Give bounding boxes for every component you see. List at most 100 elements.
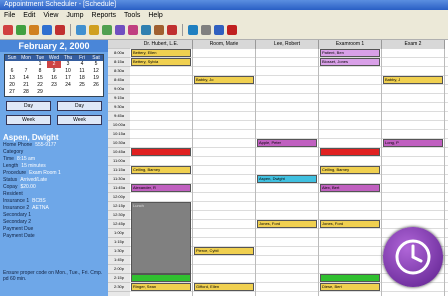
appointment[interactable]: Bettery, Sylvia — [131, 58, 191, 66]
patient-field: Secondary 1 — [3, 212, 108, 219]
time-slot: 9:30a — [108, 103, 130, 112]
calendar-day[interactable]: 9 — [47, 68, 61, 75]
report-icon[interactable] — [55, 25, 65, 35]
next-week-button[interactable]: Week — [57, 115, 102, 125]
appointment[interactable]: Pierce, Cybil — [194, 247, 254, 255]
blocked-time[interactable]: Lunch — [131, 202, 191, 274]
copy-icon[interactable] — [141, 25, 151, 35]
appointment[interactable] — [131, 274, 191, 282]
appointment[interactable]: Alexander, R — [131, 184, 191, 192]
calendar-day[interactable]: 4 — [75, 61, 89, 68]
appointment[interactable]: Bettery, Ellen — [131, 49, 191, 57]
calendar-day[interactable]: 2 — [47, 61, 61, 68]
time-slot: 9:00a — [108, 85, 130, 94]
appointment[interactable]: Babby, Jo — [194, 76, 254, 84]
appointment[interactable]: Diese, Bert — [320, 283, 380, 291]
appointment[interactable]: Blosset, Jones — [320, 58, 380, 66]
time-slot: 9:15a — [108, 94, 130, 103]
appointment[interactable]: Long, P — [383, 139, 443, 147]
delete-icon[interactable] — [167, 25, 177, 35]
column-header[interactable]: Room, Marie — [193, 40, 256, 49]
menu-item-file[interactable]: File — [4, 10, 15, 21]
info-icon[interactable] — [214, 25, 224, 35]
calendar-day[interactable]: 21 — [19, 82, 33, 89]
appointment[interactable]: Jones, Ford — [257, 220, 317, 228]
menu-item-tools[interactable]: Tools — [124, 10, 140, 21]
prev-week-button[interactable]: Week — [6, 115, 51, 125]
calendar-day[interactable]: 14 — [19, 75, 33, 82]
calendar-day[interactable]: 25 — [75, 82, 89, 89]
calendar-day[interactable]: 20 — [5, 82, 19, 89]
user-add-icon[interactable] — [42, 25, 52, 35]
next-day-button[interactable]: Day — [57, 101, 102, 111]
appointment[interactable] — [320, 274, 380, 282]
appointment[interactable]: Ceiling, Barney — [320, 166, 380, 174]
settings-icon[interactable] — [188, 25, 198, 35]
calendar-day[interactable]: 24 — [61, 82, 75, 89]
appointment[interactable]: Patient, Ben — [320, 49, 380, 57]
menu-item-reports[interactable]: Reports — [92, 10, 117, 21]
column-header[interactable]: Lee, Robert — [256, 40, 319, 49]
appointment[interactable]: Alex, Bert — [320, 184, 380, 192]
time-slot: 10:30a — [108, 139, 130, 148]
menu-item-edit[interactable]: Edit — [23, 10, 35, 21]
calendar-day[interactable]: 28 — [19, 89, 33, 96]
menu-item-help[interactable]: Help — [148, 10, 162, 21]
appointment[interactable] — [320, 148, 380, 156]
exit-icon[interactable] — [227, 25, 237, 35]
calendar-day[interactable]: 3 — [61, 61, 75, 68]
calendar-day[interactable]: 18 — [75, 75, 89, 82]
menu-item-jump[interactable]: Jump — [66, 10, 83, 21]
calendar-day[interactable]: 16 — [47, 75, 61, 82]
time-slot: 1:00p — [108, 229, 130, 238]
appt-icon[interactable] — [16, 25, 26, 35]
help-icon[interactable] — [201, 25, 211, 35]
patient-field: Resident — [3, 191, 108, 198]
appointment[interactable]: Gifford, Ellen — [194, 283, 254, 291]
window-title: Appointment Scheduler - [Schedule] — [4, 1, 117, 8]
calendar-day[interactable]: 26 — [89, 82, 103, 89]
column-header[interactable]: Exam 2 — [382, 40, 445, 49]
field-label: Home Phone — [3, 142, 33, 148]
calendar-day[interactable]: 23 — [47, 82, 61, 89]
appointment[interactable]: Jones, Ford — [320, 220, 380, 228]
calendar-day[interactable]: 27 — [5, 89, 19, 96]
calendar-day[interactable]: 10 — [61, 68, 75, 75]
time-slot: 11:45a — [108, 184, 130, 193]
menu-item-view[interactable]: View — [43, 10, 58, 21]
calendar-day[interactable]: 1 — [33, 61, 47, 68]
calendar-day[interactable]: 6 — [5, 68, 19, 75]
calendar-day[interactable]: 5 — [89, 61, 103, 68]
appointment[interactable]: Babby, J — [383, 76, 443, 84]
find-icon[interactable] — [115, 25, 125, 35]
refresh-icon[interactable] — [128, 25, 138, 35]
calendar-day[interactable]: 19 — [89, 75, 103, 82]
calendar-icon[interactable] — [102, 25, 112, 35]
calendar-day[interactable]: 13 — [5, 75, 19, 82]
column-header[interactable]: Examroom 1 — [319, 40, 382, 49]
calendar-day[interactable]: 29 — [33, 89, 47, 96]
field-value: $20.00 — [20, 184, 36, 190]
calendar-day[interactable]: 17 — [61, 75, 75, 82]
time-slot: 12:30p — [108, 211, 130, 220]
patient-field: Payment Due — [3, 226, 108, 233]
calendar-day[interactable]: 11 — [75, 68, 89, 75]
appointment[interactable]: Aspen, Dwight — [257, 175, 317, 183]
calendar-day[interactable]: 8 — [33, 68, 47, 75]
paste-icon[interactable] — [154, 25, 164, 35]
patient-icon[interactable] — [3, 25, 13, 35]
user-icon[interactable] — [29, 25, 39, 35]
appointment[interactable] — [131, 148, 191, 156]
prev-day-button[interactable]: Day — [6, 101, 51, 111]
appointment[interactable]: Ceiling, Barney — [131, 166, 191, 174]
calendar-day[interactable]: 15 — [33, 75, 47, 82]
calendar-day[interactable]: 12 — [89, 68, 103, 75]
column-header[interactable]: Dr. Hubert, L.E. — [130, 40, 193, 49]
calendar-day[interactable]: 7 — [19, 68, 33, 75]
appointment[interactable]: Ringer, Sean — [131, 283, 191, 291]
print-icon[interactable] — [76, 25, 86, 35]
calendar-day[interactable]: 22 — [33, 82, 47, 89]
field-label: Status — [3, 177, 18, 183]
tools-icon[interactable] — [89, 25, 99, 35]
appointment[interactable]: Apple, Peter — [257, 139, 317, 147]
